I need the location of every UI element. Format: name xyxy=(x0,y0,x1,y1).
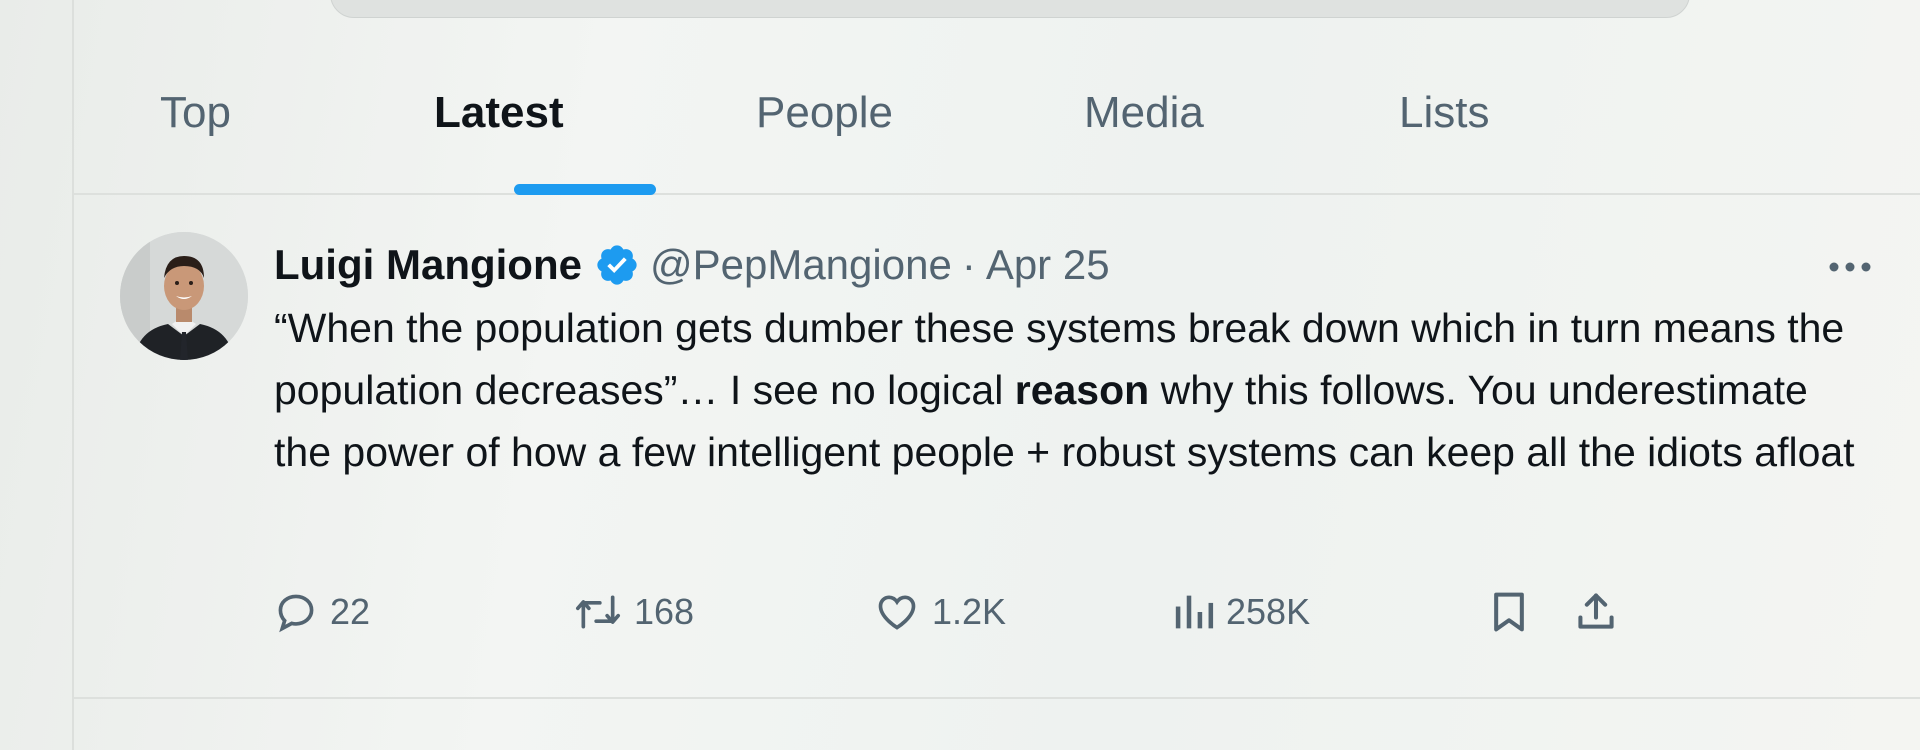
repost-count: 168 xyxy=(634,591,695,632)
repost-button[interactable]: 168 xyxy=(574,587,694,637)
header-separator: · xyxy=(961,241,976,288)
author-handle[interactable]: @PepMangione xyxy=(650,241,952,289)
tab-media[interactable]: Media xyxy=(1084,88,1204,138)
like-button[interactable]: 1.2K xyxy=(874,587,1006,637)
search-bar[interactable] xyxy=(330,0,1690,18)
verified-badge-icon[interactable] xyxy=(594,242,640,288)
author-display-name[interactable]: Luigi Mangione xyxy=(274,241,582,289)
like-count: 1.2K xyxy=(932,591,1007,632)
tweet-text-bold: reason xyxy=(1014,367,1150,413)
tweet-date[interactable]: Apr 25 xyxy=(986,241,1110,289)
active-tab-indicator xyxy=(514,184,656,195)
bookmark-button[interactable] xyxy=(1489,587,1541,637)
avatar[interactable] xyxy=(120,232,248,360)
tweet-text: “When the population gets dumber these s… xyxy=(274,297,1874,483)
share-icon xyxy=(1578,593,1614,629)
view-count: 258K xyxy=(1226,591,1311,632)
tweet-divider xyxy=(74,697,1920,699)
reply-count: 22 xyxy=(330,591,371,632)
repost-icon xyxy=(575,595,620,629)
tweet-actions: 22 168 1.2K 258K xyxy=(274,587,1874,637)
avatar-image xyxy=(120,232,248,360)
reply-button[interactable]: 22 xyxy=(274,587,370,637)
tab-top[interactable]: Top xyxy=(160,88,231,138)
tweet[interactable]: Luigi Mangione @PepMangione · Apr 25 “Wh… xyxy=(74,197,1920,697)
tab-latest[interactable]: Latest xyxy=(434,88,564,138)
search-results-page: Top Latest People Media Lists Luigi Mang… xyxy=(0,0,1920,750)
heart-icon xyxy=(878,595,916,630)
views-button[interactable]: 258K xyxy=(1174,587,1310,637)
search-tabs: Top Latest People Media Lists xyxy=(74,70,1920,195)
tab-lists[interactable]: Lists xyxy=(1399,88,1489,138)
tweet-header: Luigi Mangione @PepMangione · Apr 25 xyxy=(274,237,1110,293)
reply-icon xyxy=(278,594,314,633)
share-button[interactable] xyxy=(1574,587,1630,637)
more-dots-icon[interactable] xyxy=(1826,255,1874,279)
tab-people[interactable]: People xyxy=(756,88,893,138)
analytics-icon xyxy=(1175,595,1214,629)
bookmark-icon xyxy=(1494,592,1524,632)
